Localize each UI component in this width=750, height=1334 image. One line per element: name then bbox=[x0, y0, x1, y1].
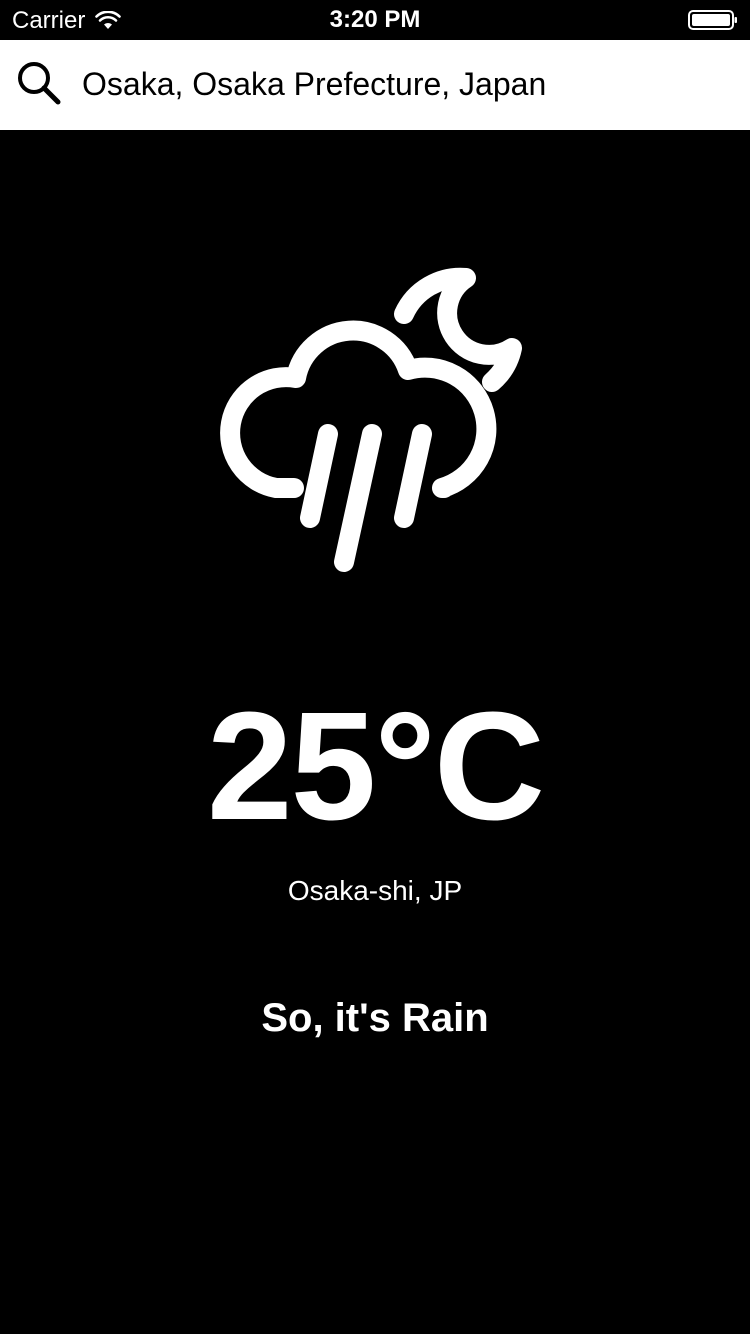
search-icon[interactable] bbox=[14, 58, 64, 108]
search-input[interactable] bbox=[82, 62, 722, 106]
rain-cloud-moon-icon bbox=[220, 267, 522, 572]
search-bar bbox=[0, 40, 750, 130]
battery-icon bbox=[688, 10, 737, 30]
status-bar: Carrier 3:20 PM bbox=[0, 0, 750, 40]
temperature-display: 25°C bbox=[206, 680, 545, 852]
location-label: Osaka-shi, JP bbox=[287, 875, 463, 906]
status-time: 3:20 PM bbox=[329, 6, 421, 33]
condition-label: So, it's Rain bbox=[261, 996, 489, 1040]
